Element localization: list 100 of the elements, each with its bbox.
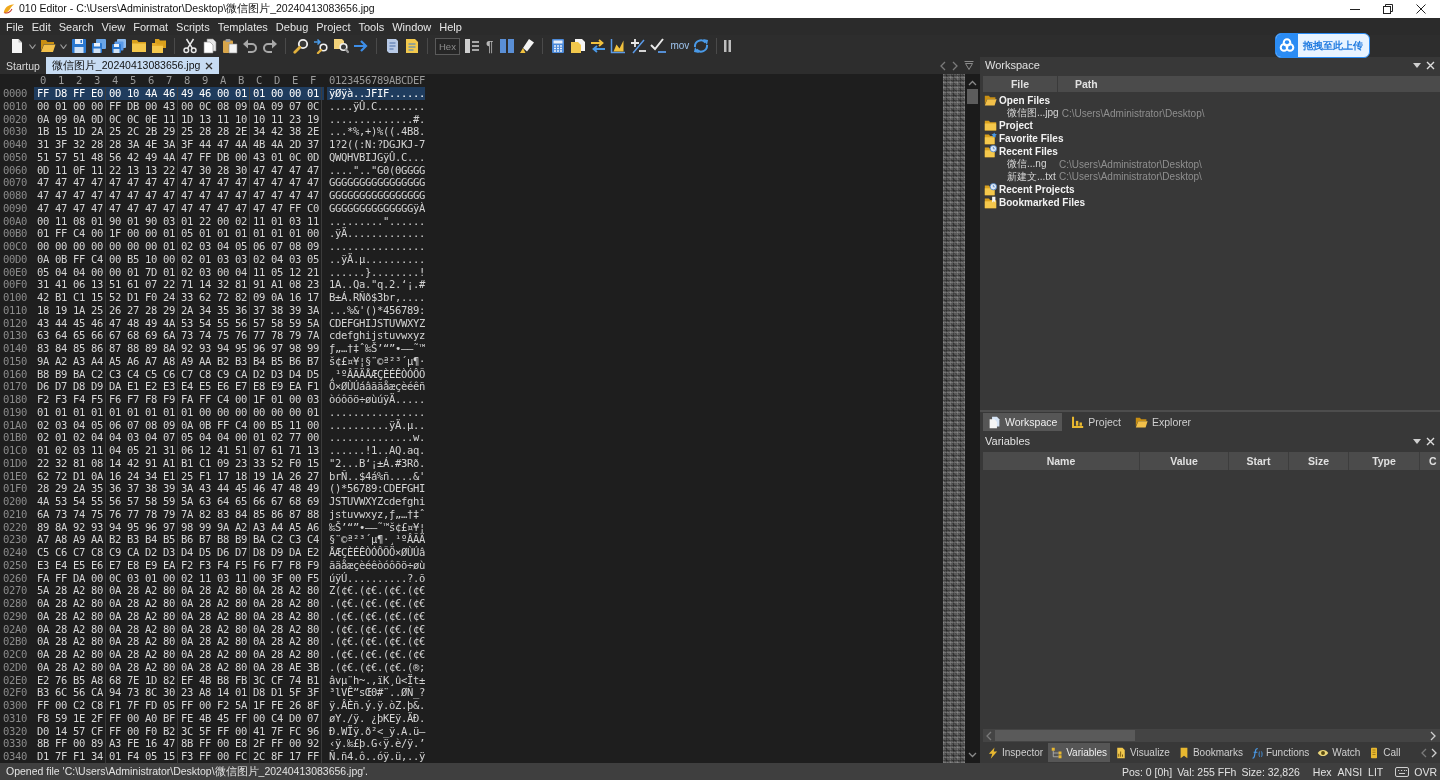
arrow-right-icon[interactable]	[353, 38, 369, 54]
ascii-text[interactable]: ÅÆÇÈÉÊÒÓÔÕÖ×ØÙÚâ	[327, 546, 425, 559]
hex-bytes[interactable]: 0A 28 A2 80 0A 28 A2 80 0A 28 A2 80 0A 28 A2 80	[34, 648, 324, 661]
scrollbar-thumb[interactable]	[995, 730, 1135, 741]
menu-item[interactable]: Project	[312, 18, 355, 35]
hex-bytes[interactable]: 4A 53 54 55 56 57 58 59 5A 63 64 65 66 67 68 69	[34, 495, 324, 508]
ascii-text[interactable]: ãäåæçèéêòóôõö÷øù	[327, 558, 425, 572]
hex-bytes[interactable]: 0A 28 A2 80 0A 28 A2 80 0A 28 A2 80 0A 28 A2 80	[34, 609, 324, 623]
caret-icon[interactable]	[60, 43, 67, 49]
clipboard-icon[interactable]	[222, 38, 238, 54]
ascii-text[interactable]: .ÿÄ.............	[327, 227, 425, 240]
bar-chart-icon[interactable]	[610, 38, 627, 54]
hex-bytes[interactable]: 47 47 47 47 47 47 47 47 47 47 47 47 47 47 47 47	[34, 189, 324, 202]
arrow-down-icon[interactable]	[968, 752, 977, 758]
ascii-text[interactable]: ÿ.ÂÈñ.ý.ÿ.òZ.þ&.	[327, 699, 425, 712]
ascii-text[interactable]: ..........ÿÄ.µ..	[327, 418, 425, 432]
byte-order[interactable]: LIT	[1368, 765, 1384, 778]
menu-item[interactable]: Window	[388, 18, 436, 35]
panel-tab[interactable]: Call	[1365, 743, 1404, 762]
calculator-icon[interactable]	[550, 38, 567, 54]
horizontal-scrollbar[interactable]	[983, 729, 1440, 742]
menu-item[interactable]: Search	[54, 18, 98, 35]
hex-bytes[interactable]: 00 01 00 00 FF DB 00 43 00 0C 08 09 0A 09 07 0C	[34, 99, 324, 113]
hex-bytes[interactable]: 22 32 81 08 14 42 91 A1 B1 C1 09 23 33 52 F0 15	[34, 456, 324, 470]
ascii-text[interactable]: ......}........!	[327, 265, 425, 279]
column-header[interactable]: File	[983, 76, 1058, 92]
hex-bytes[interactable]: B8 B9 BA C2 C3 C4 C5 C6 C7 C8 C9 CA D2 D3 D4 D5	[34, 367, 324, 381]
hex-bytes[interactable]: FF D8 FF E0 00 10 4A 46 49 46 00 01 01 00 00 01	[34, 87, 324, 100]
two-pages-icon[interactable]	[202, 38, 218, 54]
two-columns-icon[interactable]	[499, 38, 516, 54]
tree-item[interactable]: Recent Files	[984, 145, 1058, 158]
ascii-text[interactable]: ....ÿÛ.C........	[327, 99, 425, 113]
hex-bytes[interactable]: D6 D7 D8 D9 DA E1 E2 E3 E4 E5 E6 E7 E8 E9 EA F1	[34, 380, 324, 393]
menu-item[interactable]: Templates	[213, 18, 272, 35]
file-name[interactable]: 微信图...jpg	[1007, 106, 1059, 121]
hex-bytes[interactable]: 8B FF 00 89 A3 FE 16 47 8B FF 00 E8 2F FF 00 92	[34, 737, 324, 750]
panel-tab[interactable]: Project	[1066, 413, 1126, 431]
ascii-text[interactable]: QWQHVBIJGÿÛ.C...	[327, 150, 425, 164]
column-header[interactable]: Value	[1140, 452, 1229, 470]
chevron-left-icon[interactable]	[940, 60, 946, 71]
hex-bytes[interactable]: 31 41 06 13 51 61 07 22 71 14 32 81 91 A1 08 23	[34, 278, 324, 291]
mov-button[interactable]: mov	[670, 39, 690, 53]
hex-bytes[interactable]: D1 7F F1 34 01 F4 05 15 F3 FF 00 FC 2C 8F 17 FF	[34, 750, 324, 763]
new-page-icon[interactable]	[9, 38, 25, 54]
column-header[interactable]: C	[1420, 452, 1440, 470]
menu-item[interactable]: Tools	[354, 18, 389, 35]
hex-button[interactable]: Hex	[435, 37, 460, 55]
checkmark-icon[interactable]	[650, 38, 667, 54]
ascii-text[interactable]: âvµ¨h~.‚ïK¸û<Ït±	[327, 673, 425, 687]
hex-bytes[interactable]: 6A 73 74 75 76 77 78 79 7A 82 83 84 85 86 87 88	[34, 507, 324, 521]
plus-minus-icon[interactable]	[630, 38, 647, 54]
floppy-stack-icon[interactable]	[111, 38, 127, 54]
upload-badge[interactable]: 拖拽至此上传	[1275, 33, 1370, 58]
insert-mode[interactable]: OVR	[1414, 765, 1437, 778]
ascii-text[interactable]: GGGGGGGGGGGGGGGG	[327, 189, 425, 202]
file-name[interactable]: 新建文...txt	[1007, 169, 1056, 184]
panel-tab[interactable]: Bookmarks	[1174, 743, 1246, 762]
swap-arrows-icon[interactable]	[590, 38, 607, 54]
curved-arrow-right-icon[interactable]	[262, 38, 278, 54]
hex-bytes[interactable]: 47 47 47 47 47 47 47 47 47 47 47 47 47 47 FF C0	[34, 201, 324, 215]
ascii-text[interactable]: GGGGGGGGGGGGGGGG	[327, 176, 425, 189]
notes-page-icon[interactable]	[404, 38, 420, 54]
menu-item[interactable]: Debug	[271, 18, 313, 35]
triangle-down-icon[interactable]	[964, 61, 974, 70]
tree-item[interactable]: Open Files	[984, 94, 1051, 107]
chevron-right-icon[interactable]	[952, 60, 958, 71]
hex-bytes[interactable]: 9A A2 A3 A4 A5 A6 A7 A8 A9 AA B2 B3 B4 B5 B6 B7	[34, 354, 324, 368]
close-icon[interactable]	[205, 61, 214, 70]
hex-bytes[interactable]: C5 C6 C7 C8 C9 CA D2 D3 D4 D5 D6 D7 D8 D9 DA E2	[34, 546, 324, 559]
panel-tab[interactable]: Watch	[1314, 743, 1364, 762]
menu-item[interactable]: Format	[129, 18, 173, 35]
panel-tab[interactable]: Variables	[1048, 743, 1111, 762]
hex-bytes[interactable]: B3 6C 56 CA 94 73 8C 30 23 A8 14 01 D8 D1 5F 3F	[34, 686, 324, 699]
hex-bytes[interactable]: 02 03 04 05 06 07 08 09 0A 0B FF C4 00 B5 11 00	[34, 418, 324, 432]
hex-bytes[interactable]: 01 01 01 01 01 01 01 01 01 00 00 00 00 00 00 01	[34, 405, 324, 419]
hex-bytes[interactable]: 00 00 00 00 00 00 00 01 02 03 04 05 06 07 08 09	[34, 240, 324, 253]
hex-bytes[interactable]: 05 04 04 00 00 01 7D 01 02 03 00 04 11 05 12 21	[34, 265, 324, 279]
tree-item[interactable]: Project	[984, 119, 1033, 133]
hex-bytes[interactable]: 83 84 85 86 87 88 89 8A 92 93 94 95 96 97 98 99	[34, 342, 324, 355]
column-header[interactable]: Path	[1058, 76, 1098, 92]
ascii-text[interactable]: ¸¹ºÂÃÄÅÆÇÈÉÊÒÓÔÕ	[327, 367, 425, 381]
ascii-text[interactable]: JSTUVWXYZcdefghi	[327, 495, 425, 508]
page-stack-icon[interactable]	[570, 38, 587, 54]
floppy-pair-icon[interactable]	[91, 38, 107, 54]
ascii-text[interactable]: ...%&'()*456789:	[327, 303, 425, 317]
dropdown-arrow-icon[interactable]	[1413, 62, 1421, 68]
circular-arrows-icon[interactable]	[693, 38, 710, 54]
ascii-text[interactable]: ‹ÿ.‰£þ.G‹ÿ.è/ÿ.’	[327, 737, 425, 750]
open-folder-icon[interactable]	[40, 38, 56, 54]
hex-bytes[interactable]: 43 44 45 46 47 48 49 4A 53 54 55 56 57 58 59 5A	[34, 316, 324, 330]
minimize-icon[interactable]	[1349, 8, 1360, 10]
ascii-text[interactable]: úÿÚ..........?.õ	[327, 571, 425, 585]
ascii-text[interactable]: š¢£¤¥¦§¨©ª²³´µ¶·	[327, 354, 425, 368]
ascii-text[interactable]: .(¢€.(¢€.(¢€.(®;	[327, 660, 425, 674]
file-overview-strip[interactable]	[943, 74, 965, 763]
close-icon[interactable]	[1415, 4, 1426, 14]
ascii-text[interactable]: ƒ„…†‡ˆ‰Š’“”•–—˜™	[327, 342, 425, 355]
column-lines-icon[interactable]	[463, 38, 480, 54]
highlighter-icon[interactable]	[519, 38, 536, 54]
arrow-up-icon[interactable]	[968, 80, 977, 86]
